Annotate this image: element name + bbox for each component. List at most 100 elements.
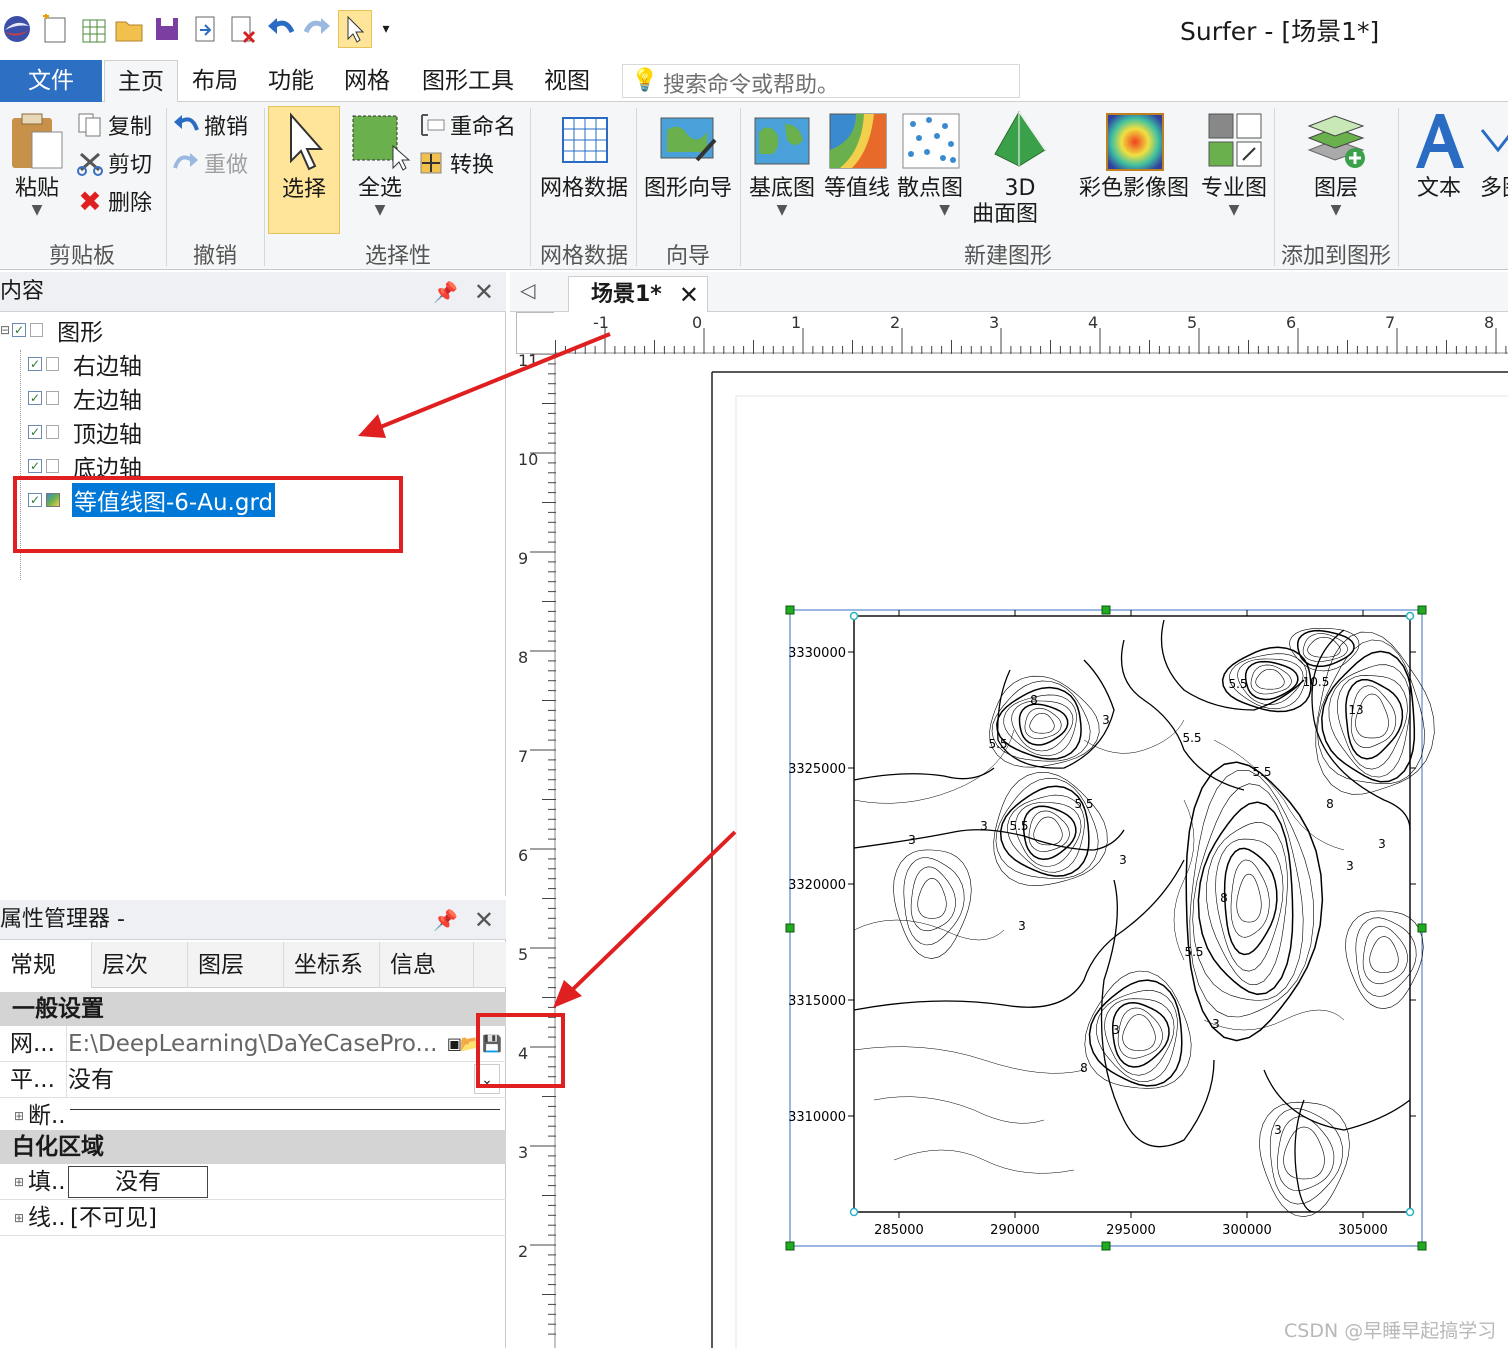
polyline-button[interactable]: 多图 xyxy=(1476,106,1508,234)
collapse-icon[interactable]: ⊟ xyxy=(0,323,10,337)
pin-icon[interactable]: 📌 xyxy=(433,272,458,312)
undo-icon[interactable] xyxy=(264,10,298,48)
tree-item-right-axis[interactable]: ✓ 右边轴 xyxy=(28,348,142,380)
resize-handle[interactable] xyxy=(1417,923,1427,933)
resize-handle[interactable] xyxy=(1417,605,1427,615)
section-general-settings[interactable]: 一般设置 xyxy=(0,992,506,1026)
visibility-checkbox[interactable]: ✓ xyxy=(28,459,42,473)
undo-arrow-icon xyxy=(172,111,200,139)
close-icon[interactable]: ✕ xyxy=(474,272,494,312)
save-icon[interactable] xyxy=(150,10,184,48)
tab-coordinate-system[interactable]: 坐标系 xyxy=(284,942,380,988)
map-wizard-button[interactable]: 图形向导 xyxy=(638,106,738,234)
group-separator xyxy=(530,108,531,266)
plot-canvas[interactable]: 8 5.5 3 3 5.5 5.5 8 10.5 13 8 5.5 3 5.5 3 3 8 3 5.5 5.5 3 3 3… xyxy=(556,354,1508,1348)
contour-map-button[interactable]: 等值线 xyxy=(822,106,892,234)
open-icon[interactable] xyxy=(112,10,146,48)
fill-value[interactable]: 没有 xyxy=(68,1166,208,1198)
visibility-checkbox[interactable]: ✓ xyxy=(28,493,42,507)
undo-button[interactable]: 撤销 xyxy=(172,108,248,142)
tree-item-root[interactable]: ⊟ ✓ 图形 xyxy=(0,314,103,346)
ruler-corner xyxy=(516,312,556,354)
expand-icon[interactable]: ⊞ xyxy=(14,1200,24,1236)
pin-icon[interactable]: 📌 xyxy=(433,900,458,940)
fill-row[interactable]: ⊞ 填.. 没有 xyxy=(0,1164,506,1200)
fault-row[interactable]: ⊞ 断.. xyxy=(0,1098,506,1134)
select-button[interactable]: 选择 xyxy=(268,106,340,234)
tab-layer[interactable]: 图层 xyxy=(188,942,284,988)
save-grid-icon[interactable]: 💾 xyxy=(482,1026,502,1062)
post-map-button[interactable]: 散点图 ▼ xyxy=(894,106,966,234)
tab-file[interactable]: 文件 xyxy=(0,60,102,102)
color-relief-button[interactable]: 彩色影像图 xyxy=(1074,106,1194,234)
resize-handle[interactable] xyxy=(1101,1241,1111,1251)
tab-map-tools[interactable]: 图形工具 xyxy=(416,60,520,102)
close-document-icon[interactable] xyxy=(226,10,260,48)
specialty-map-button[interactable]: 专业图 ▼ xyxy=(1196,106,1272,234)
3d-surface-button[interactable]: 3D 曲面图 xyxy=(968,106,1072,234)
app-icon[interactable] xyxy=(0,10,34,48)
copy-button[interactable]: 复制 xyxy=(76,108,152,142)
select-icon[interactable] xyxy=(338,10,372,48)
grid-file-row[interactable]: 网... E:\DeepLearning\DaYeCasePro... ▣ 📂 … xyxy=(0,1026,506,1062)
search-input[interactable]: 💡 搜索命令或帮助。 xyxy=(622,64,1020,98)
tab-view[interactable]: 视图 xyxy=(538,60,596,102)
corner-handle[interactable] xyxy=(849,1207,859,1217)
select-all-button[interactable]: 全选 ▼ xyxy=(344,106,416,234)
close-icon[interactable]: ✕ xyxy=(474,900,494,940)
smoothing-row[interactable]: 平... 没有 ⌄ xyxy=(0,1062,506,1098)
tab-home[interactable]: 主页 xyxy=(104,60,178,103)
redo-button[interactable]: 重做 xyxy=(172,146,248,180)
line-row[interactable]: ⊞ 线.. [不可见] xyxy=(0,1200,506,1236)
tab-info[interactable]: 信息 xyxy=(380,942,474,988)
export-icon[interactable] xyxy=(188,10,222,48)
ruler-label: 5 xyxy=(1187,313,1197,332)
tab-levels[interactable]: 层次 xyxy=(92,942,188,988)
resize-handle[interactable] xyxy=(785,605,795,615)
tab-grids[interactable]: 网格 xyxy=(338,60,396,102)
new-worksheet-icon[interactable] xyxy=(76,10,110,48)
new-plot-icon[interactable] xyxy=(38,10,72,48)
resize-handle[interactable] xyxy=(785,1241,795,1251)
chevron-down-icon[interactable]: ⌄ xyxy=(474,1064,500,1094)
tree-item-bottom-axis[interactable]: ✓ 底边轴 xyxy=(28,450,142,482)
cut-button[interactable]: 剪切 xyxy=(76,146,152,180)
customize-dropdown-icon[interactable]: ▾ xyxy=(374,10,398,48)
group-separator xyxy=(166,108,167,266)
resize-handle[interactable] xyxy=(1101,605,1111,615)
open-folder-icon[interactable]: 📂 xyxy=(460,1026,480,1062)
visibility-checkbox[interactable]: ✓ xyxy=(28,357,42,371)
document-tab[interactable]: 场景1* ✕ xyxy=(568,276,708,312)
scroll-left-icon[interactable]: ◁ xyxy=(520,278,535,302)
visibility-checkbox[interactable]: ✓ xyxy=(12,323,27,337)
text-button[interactable]: 文本 xyxy=(1402,106,1476,234)
visibility-checkbox[interactable]: ✓ xyxy=(28,425,42,439)
tab-layout[interactable]: 布局 xyxy=(186,60,244,102)
transform-button[interactable]: 转换 xyxy=(418,146,494,180)
visibility-checkbox[interactable]: ✓ xyxy=(28,391,42,405)
delete-button[interactable]: ✖ 删除 xyxy=(76,184,152,218)
tree-item-left-axis[interactable]: ✓ 左边轴 xyxy=(28,382,142,414)
redo-icon[interactable] xyxy=(300,10,334,48)
tree-item-contour-layer[interactable]: ✓ 等值线图-6-Au.grd xyxy=(28,483,276,517)
grid-data-button[interactable]: 网格数据 xyxy=(534,106,634,234)
contour-map[interactable]: 85.5335.55.5810.51385.535.533835.55.5333… xyxy=(784,600,1444,1260)
section-blanking[interactable]: 白化区域 xyxy=(0,1130,506,1164)
corner-handle[interactable] xyxy=(1405,1207,1415,1217)
contour-map-icon xyxy=(826,110,888,172)
paste-button[interactable]: 粘贴 ▼ xyxy=(4,106,70,234)
add-layer-button[interactable]: 图层 ▼ xyxy=(1296,106,1376,234)
resize-handle[interactable] xyxy=(1417,1241,1427,1251)
rename-button[interactable]: 重命名 xyxy=(418,108,516,142)
tree-connector xyxy=(20,350,21,580)
close-tab-icon[interactable]: ✕ xyxy=(679,277,699,313)
tab-general[interactable]: 常规 xyxy=(0,942,92,988)
corner-handle[interactable] xyxy=(1405,611,1415,621)
expand-icon[interactable]: ⊞ xyxy=(14,1164,24,1200)
base-map-button[interactable]: 基底图 ▼ xyxy=(744,106,820,234)
resize-handle[interactable] xyxy=(785,923,795,933)
corner-handle[interactable] xyxy=(849,611,859,621)
tab-features[interactable]: 功能 xyxy=(262,60,320,102)
tree-item-top-axis[interactable]: ✓ 顶边轴 xyxy=(28,416,142,448)
expand-icon[interactable]: ⊞ xyxy=(14,1098,24,1134)
